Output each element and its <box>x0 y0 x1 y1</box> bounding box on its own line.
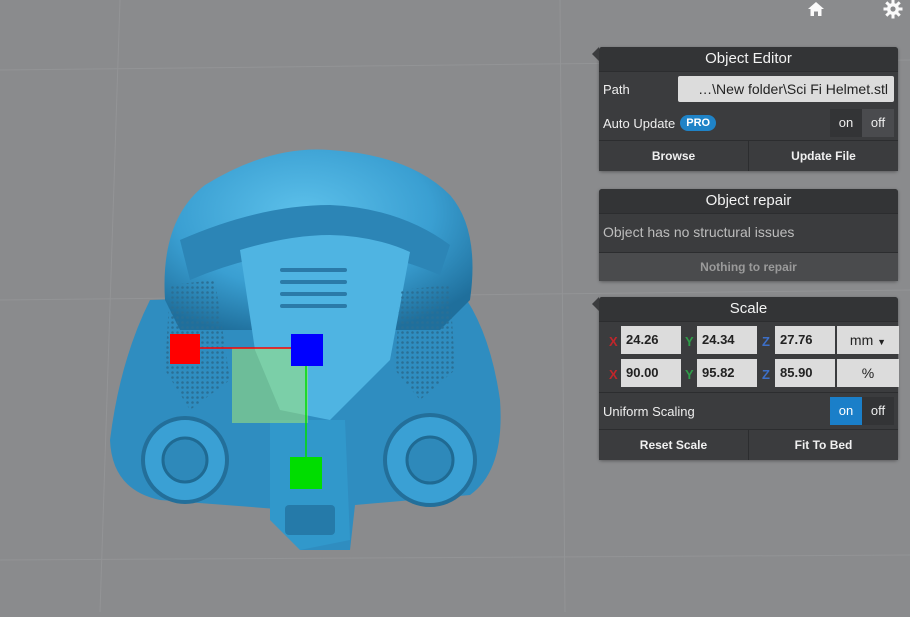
scale-title: Scale <box>599 297 898 322</box>
object-repair-title: Object repair <box>599 189 898 214</box>
nothing-to-repair-button[interactable]: Nothing to repair <box>599 253 898 281</box>
axis-y-label: Y <box>685 334 694 349</box>
axis-z-label: Z <box>762 367 770 382</box>
axis-x-label: X <box>609 367 618 382</box>
repair-buttons: Nothing to repair <box>599 252 898 281</box>
percent-row: X 90.00 Y 95.82 Z 85.90 % <box>603 359 899 392</box>
scale-panel: Scale X 24.26 Y 24.34 Z 27.76 mm ▼ X 90.… <box>592 297 899 460</box>
reset-scale-button[interactable]: Reset Scale <box>599 430 748 460</box>
uniform-scaling-on[interactable]: on <box>830 397 862 425</box>
auto-update-label: Auto Update <box>603 115 676 131</box>
object-editor-panel: Object Editor Path …\New folder\Sci Fi H… <box>592 47 898 171</box>
auto-update-on[interactable]: on <box>830 109 862 137</box>
auto-update-row: Auto Update PRO on off <box>599 106 898 140</box>
axis-x-label: X <box>609 334 618 349</box>
percent-z-input[interactable]: 85.90 <box>775 359 835 387</box>
path-label: Path <box>603 81 630 97</box>
gear-icon[interactable] <box>882 0 904 20</box>
percent-y-input[interactable]: 95.82 <box>697 359 757 387</box>
caret-down-icon: ▼ <box>877 337 887 347</box>
percent-unit: % <box>837 359 899 387</box>
gizmo-z-handle[interactable] <box>291 334 323 366</box>
panel-pointer <box>592 297 599 311</box>
size-z-input[interactable]: 27.76 <box>775 326 835 354</box>
uniform-scaling-label: Uniform Scaling <box>603 403 695 419</box>
uniform-scaling-toggle[interactable]: on off <box>830 397 894 425</box>
uniform-scaling-row: Uniform Scaling on off <box>599 392 898 429</box>
path-row: Path …\New folder\Sci Fi Helmet.stl <box>599 72 898 106</box>
uniform-scaling-off[interactable]: off <box>862 397 894 425</box>
size-x-input[interactable]: 24.26 <box>621 326 681 354</box>
axis-z-label: Z <box>762 334 770 349</box>
object-repair-panel: Object repair Object has no structural i… <box>599 189 898 281</box>
size-row: X 24.26 Y 24.34 Z 27.76 mm ▼ <box>603 326 899 359</box>
pro-badge: PRO <box>680 115 717 131</box>
panel-pointer <box>592 47 599 61</box>
update-file-button[interactable]: Update File <box>748 141 898 171</box>
repair-status-text: Object has no structural issues <box>603 224 795 240</box>
gizmo-x-handle[interactable] <box>170 334 200 364</box>
auto-update-toggle[interactable]: on off <box>830 109 894 137</box>
scale-buttons: Reset Scale Fit To Bed <box>599 429 898 460</box>
gizmo-y-handle[interactable] <box>290 457 322 489</box>
unit-select[interactable]: mm ▼ <box>837 326 899 354</box>
browse-button[interactable]: Browse <box>599 141 748 171</box>
home-icon[interactable] <box>805 0 827 20</box>
auto-update-off[interactable]: off <box>862 109 894 137</box>
scale-inputs: X 24.26 Y 24.34 Z 27.76 mm ▼ X 90.00 Y 9… <box>599 322 899 392</box>
path-field[interactable]: …\New folder\Sci Fi Helmet.stl <box>678 76 894 102</box>
fit-to-bed-button[interactable]: Fit To Bed <box>748 430 898 460</box>
percent-x-input[interactable]: 90.00 <box>621 359 681 387</box>
object-editor-title: Object Editor <box>599 47 898 72</box>
axis-y-label: Y <box>685 367 694 382</box>
editor-buttons: Browse Update File <box>599 140 898 171</box>
unit-value: mm <box>849 332 874 348</box>
size-y-input[interactable]: 24.34 <box>697 326 757 354</box>
